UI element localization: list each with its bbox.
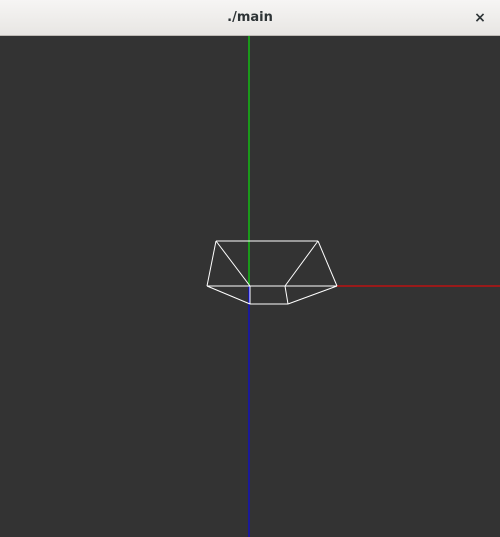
close-icon[interactable]: × [468, 6, 492, 30]
title-bar[interactable]: ./main × [0, 0, 500, 36]
scene-canvas [206, 36, 500, 537]
wireframe-mesh [206, 240, 338, 305]
window-title: ./main [227, 10, 273, 25]
app-window: ./main × [0, 0, 500, 537]
render-viewport[interactable] [0, 36, 500, 537]
